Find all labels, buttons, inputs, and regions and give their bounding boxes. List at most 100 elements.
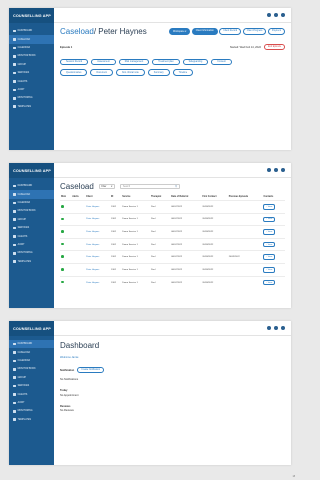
tab-non-clinical-note[interactable]: Non clinical note <box>115 69 145 76</box>
sidebar-item-clients[interactable]: CLIENTS <box>9 232 54 240</box>
sidebar-item-group[interactable]: GROUP <box>9 216 54 224</box>
cell-client[interactable]: Peter Haynes <box>85 237 111 251</box>
tab-safeguarding[interactable]: Safeguarding <box>182 59 209 66</box>
sidebar-item-monitoring[interactable]: MONITORING <box>9 407 54 415</box>
settings-icon[interactable] <box>267 13 271 17</box>
end-episode-button[interactable]: End Episode <box>263 44 285 50</box>
table-row[interactable]: Peter Haynes 1362 Demo Service 1 Paul 06/07/… <box>60 200 285 214</box>
sidebar-item-services[interactable]: SERVICES <box>9 382 54 390</box>
sidebar-item-clients[interactable]: CLIENTS <box>9 77 54 85</box>
tab-assessment[interactable]: Assessment <box>91 59 116 66</box>
cell-client[interactable]: Peter Haynes <box>85 262 111 277</box>
sidebar-item-label: TEMPLATES <box>17 418 32 421</box>
sidebar-item-templates[interactable]: TEMPLATES <box>9 103 54 111</box>
tab-summary[interactable]: Summary <box>147 69 170 76</box>
sidebar-item-clients[interactable]: CLIENTS <box>9 390 54 398</box>
view-contacts-button[interactable]: › View <box>263 229 276 235</box>
user-icon[interactable] <box>281 168 285 172</box>
notification-icon[interactable] <box>274 13 278 17</box>
breadcrumb-caseload[interactable]: Caseload <box>60 27 94 36</box>
caseload-icon <box>13 351 16 354</box>
sidebar-item-dashboard[interactable]: DASHBOARD <box>9 182 54 190</box>
tab-timeline[interactable]: Timeline <box>172 69 194 76</box>
view-contacts-button[interactable]: › View <box>263 279 276 286</box>
sidebar-item-caseload[interactable]: CASELOAD <box>9 348 54 356</box>
sidebar-item-label: DASHBOARD <box>17 30 33 33</box>
tab-risk-management[interactable]: Risk management <box>118 59 150 66</box>
table-row[interactable]: Peter Haynes 1362 Demo Service 1 Paul 06/07/… <box>60 237 285 251</box>
sidebar-item-monitor-book[interactable]: MONITOR BOOK <box>9 52 54 60</box>
settings-icon[interactable] <box>267 326 271 330</box>
cell-risk <box>60 237 72 251</box>
page-title: Dashboard <box>60 341 100 350</box>
cell-therapist: Paul <box>149 237 171 251</box>
tab-consent[interactable]: Consent <box>211 59 232 66</box>
payment-button[interactable]: Payment <box>267 28 285 35</box>
table-row[interactable]: Peter Haynes 1362 Demo Service 1 Paul 06/07/… <box>60 262 285 277</box>
tab-session-record[interactable]: Session Record <box>60 59 89 66</box>
sidebar-item-services[interactable]: SERVICES <box>9 69 54 77</box>
user-icon[interactable] <box>281 13 285 17</box>
sidebar-item-audit[interactable]: AUDIT <box>9 241 54 249</box>
cell-client[interactable]: Peter Haynes <box>85 275 111 289</box>
sidebar-item-group[interactable]: GROUP <box>9 61 54 69</box>
create-notification-button[interactable]: Create Notification <box>77 367 105 373</box>
table-row[interactable]: Peter Haynes 1362 Demo Service 1 Paul 06/07/… <box>60 212 285 226</box>
sidebar-item-templates[interactable]: TEMPLATES <box>9 258 54 266</box>
sidebar: COUNSELLING APP DASHBOARD CASELOAD CALENDA… <box>9 8 54 150</box>
cell-client[interactable]: Peter Haynes <box>85 200 111 214</box>
cell-previous-episode <box>227 237 263 251</box>
cell-client[interactable]: Peter Haynes <box>85 225 111 239</box>
settings-icon[interactable] <box>267 168 271 172</box>
cell-risk <box>60 262 72 277</box>
page-number: 18 <box>292 476 295 478</box>
sidebar-item-dashboard[interactable]: DASHBOARD <box>9 27 54 35</box>
tab-treatment-plan[interactable]: Treatment plan <box>152 59 180 66</box>
sidebar-item-services[interactable]: SERVICES <box>9 224 54 232</box>
cell-service: Demo Service 1 <box>121 262 150 277</box>
sidebar-item-calendar[interactable]: CALENDAR <box>9 357 54 365</box>
table-row[interactable]: Peter Haynes 1362 Demo Service 1 Paul 06/07/… <box>60 275 285 289</box>
sidebar-item-label: DASHBOARD <box>17 343 33 346</box>
tab-document[interactable]: Document <box>90 69 113 76</box>
cell-service: Demo Service 1 <box>121 275 150 289</box>
cell-client[interactable]: Peter Haynes <box>85 212 111 226</box>
user-icon[interactable] <box>281 326 285 330</box>
sidebar-item-monitor-book[interactable]: MONITOR BOOK <box>9 207 54 215</box>
search-placeholder: Search <box>122 185 131 188</box>
sidebar-item-monitoring[interactable]: MONITORING <box>9 249 54 257</box>
sidebar-item-audit[interactable]: AUDIT <box>9 86 54 94</box>
table-row[interactable]: Peter Haynes 1362 Demo Service 1 Paul 06/07/… <box>60 250 285 264</box>
notification-icon[interactable] <box>274 326 278 330</box>
sidebar-item-calendar[interactable]: CALENDAR <box>9 199 54 207</box>
view-contacts-button[interactable]: › View <box>263 241 276 248</box>
tab-questionnaires[interactable]: Questionnaires <box>60 69 88 76</box>
table-row[interactable]: Peter Haynes 1362 Demo Service 1 Paul 06/07/… <box>60 225 285 239</box>
view-contacts-button[interactable]: › View <box>263 216 276 223</box>
client-record-button[interactable]: Client Record <box>219 28 242 35</box>
view-contacts-button[interactable]: › View <box>263 266 276 273</box>
workspace-button[interactable]: Workspace ▾ <box>169 28 191 35</box>
cell-client[interactable]: Peter Haynes <box>85 250 111 264</box>
view-contacts-button[interactable]: › View <box>263 204 276 210</box>
sidebar-item-calendar[interactable]: CALENDAR <box>9 44 54 52</box>
filter-dropdown[interactable]: Filter ▾ <box>98 184 115 189</box>
sidebar: COUNSELLING APP DASHBOARD CASELOAD CALENDA… <box>9 163 54 308</box>
sidebar-item-audit[interactable]: AUDIT <box>9 399 54 407</box>
risk-indicator <box>61 205 64 208</box>
notification-icon[interactable] <box>274 168 278 172</box>
client-information-button[interactable]: Client Information <box>191 28 218 35</box>
sidebar-item-caseload[interactable]: CASELOAD <box>9 190 54 199</box>
search-input[interactable]: Search ⚲ <box>119 184 180 189</box>
sidebar-item-caseload[interactable]: CASELOAD <box>9 35 54 44</box>
monitor-book-icon <box>13 55 16 58</box>
monitoring-icon <box>13 97 16 100</box>
sidebar-item-templates[interactable]: TEMPLATES <box>9 416 54 424</box>
sidebar-item-group[interactable]: GROUP <box>9 374 54 382</box>
view-contacts-button[interactable]: › View <box>263 254 276 260</box>
sidebar-item-monitor-book[interactable]: MONITOR BOOK <box>9 365 54 373</box>
sidebar-item-monitoring[interactable]: MONITORING <box>9 94 54 102</box>
cell-first-contact: 20/09/2022 <box>201 262 228 277</box>
client-progress-button[interactable]: Client Progress <box>242 28 267 35</box>
sidebar-item-dashboard[interactable]: DASHBOARD <box>9 340 54 349</box>
